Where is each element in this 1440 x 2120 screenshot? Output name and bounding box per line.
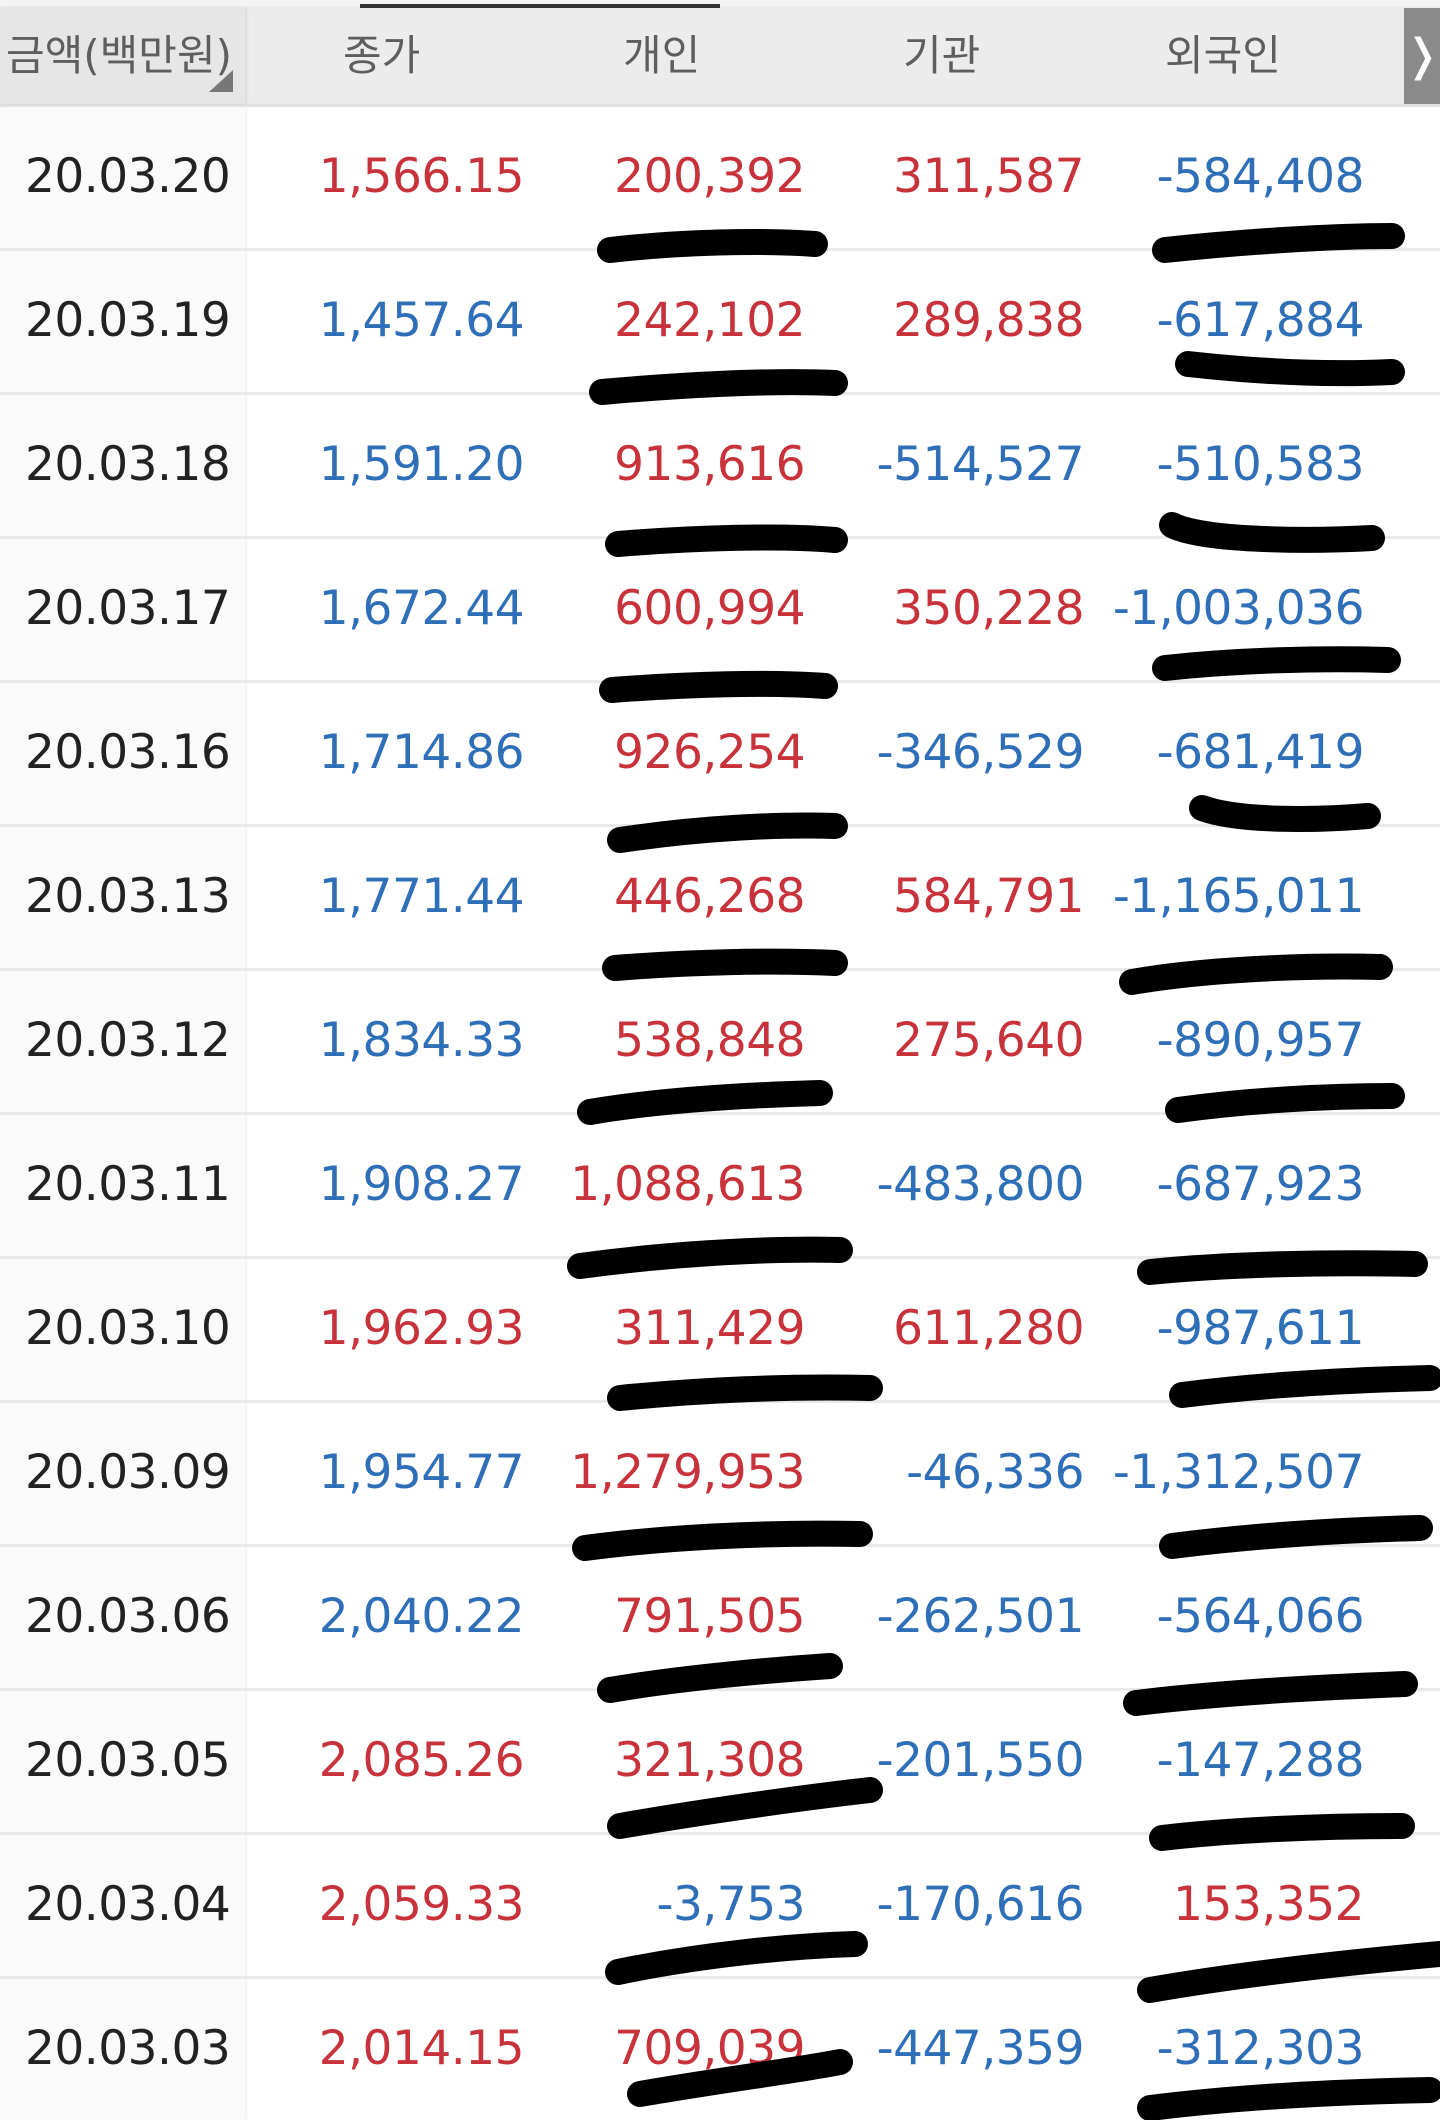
row-close-price: 1,954.77 bbox=[318, 1445, 525, 1500]
header-individual[interactable]: 개인 bbox=[623, 28, 700, 84]
row-institution-net: -447,359 bbox=[876, 2021, 1085, 2076]
table-row[interactable]: 20.03.03 2,014.15 709,039 -447,359 -312,303 bbox=[0, 1979, 1440, 2120]
row-individual-net: 446,268 bbox=[614, 869, 805, 924]
row-close-price: 1,834.33 bbox=[318, 1013, 525, 1068]
row-date: 20.03.04 bbox=[25, 1877, 231, 1932]
scroll-right-chevron-icon[interactable]: ❭ bbox=[1404, 8, 1440, 104]
row-date: 20.03.05 bbox=[25, 1733, 231, 1788]
row-individual-net: 926,254 bbox=[614, 725, 805, 780]
row-individual-net: 1,088,613 bbox=[570, 1157, 805, 1212]
row-individual-net: 311,429 bbox=[614, 1301, 805, 1356]
table-row[interactable]: 20.03.13 1,771.44 446,268 584,791 -1,165,011 bbox=[0, 827, 1440, 971]
row-individual-net: 791,505 bbox=[614, 1589, 805, 1644]
table-body: 20.03.20 1,566.15 200,392 311,587 -584,408 20… bbox=[0, 107, 1440, 2120]
row-close-price: 2,014.15 bbox=[318, 2021, 525, 2076]
row-date: 20.03.03 bbox=[25, 2021, 231, 2076]
header-amount-unit[interactable]: 금액(백만원) bbox=[6, 28, 232, 84]
row-date: 20.03.17 bbox=[25, 581, 231, 636]
table-row[interactable]: 20.03.18 1,591.20 913,616 -514,527 -510,583 bbox=[0, 395, 1440, 539]
row-date: 20.03.12 bbox=[25, 1013, 231, 1068]
row-close-price: 1,566.15 bbox=[318, 149, 525, 204]
row-institution-net: -346,529 bbox=[876, 725, 1085, 780]
table-row[interactable]: 20.03.20 1,566.15 200,392 311,587 -584,408 bbox=[0, 107, 1440, 251]
sort-triangle-icon bbox=[209, 70, 233, 92]
row-institution-net: -483,800 bbox=[876, 1157, 1085, 1212]
row-date: 20.03.06 bbox=[25, 1589, 231, 1644]
row-close-price: 2,085.26 bbox=[318, 1733, 525, 1788]
row-institution-net: 275,640 bbox=[893, 1013, 1084, 1068]
row-institution-net: 584,791 bbox=[893, 869, 1084, 924]
row-foreign-net: -617,884 bbox=[1156, 293, 1365, 348]
row-foreign-net: -584,408 bbox=[1156, 149, 1365, 204]
row-close-price: 1,771.44 bbox=[318, 869, 525, 924]
row-foreign-net: -1,312,507 bbox=[1112, 1445, 1365, 1500]
row-date: 20.03.19 bbox=[25, 293, 231, 348]
row-institution-net: 289,838 bbox=[893, 293, 1084, 348]
row-institution-net: -201,550 bbox=[876, 1733, 1085, 1788]
header-top-strip bbox=[0, 0, 1440, 6]
row-individual-net: 538,848 bbox=[614, 1013, 805, 1068]
row-foreign-net: -890,957 bbox=[1156, 1013, 1365, 1068]
row-date: 20.03.18 bbox=[25, 437, 231, 492]
row-date: 20.03.13 bbox=[25, 869, 231, 924]
row-individual-net: 600,994 bbox=[614, 581, 805, 636]
row-institution-net: 311,587 bbox=[893, 149, 1084, 204]
table-header: 금액(백만원) 종가 개인 기관 외국인 ❭ bbox=[0, 0, 1440, 107]
row-foreign-net: -564,066 bbox=[1156, 1589, 1365, 1644]
header-close-price[interactable]: 종가 bbox=[343, 28, 420, 84]
row-individual-net: 200,392 bbox=[614, 149, 805, 204]
row-foreign-net: -510,583 bbox=[1156, 437, 1365, 492]
table-row[interactable]: 20.03.16 1,714.86 926,254 -346,529 -681,419 bbox=[0, 683, 1440, 827]
row-foreign-net: -1,165,011 bbox=[1112, 869, 1365, 924]
row-close-price: 1,908.27 bbox=[318, 1157, 525, 1212]
row-institution-net: 350,228 bbox=[893, 581, 1084, 636]
table-row[interactable]: 20.03.17 1,672.44 600,994 350,228 -1,003,036 bbox=[0, 539, 1440, 683]
table-row[interactable]: 20.03.10 1,962.93 311,429 611,280 -987,611 bbox=[0, 1259, 1440, 1403]
row-foreign-net: -681,419 bbox=[1156, 725, 1365, 780]
row-foreign-net: -312,303 bbox=[1156, 2021, 1365, 2076]
row-institution-net: -262,501 bbox=[876, 1589, 1085, 1644]
row-close-price: 1,672.44 bbox=[318, 581, 525, 636]
row-individual-net: 1,279,953 bbox=[570, 1445, 805, 1500]
row-foreign-net: -987,611 bbox=[1156, 1301, 1365, 1356]
table-row[interactable]: 20.03.09 1,954.77 1,279,953 -46,336 -1,312,5… bbox=[0, 1403, 1440, 1547]
table-row[interactable]: 20.03.12 1,834.33 538,848 275,640 -890,957 bbox=[0, 971, 1440, 1115]
row-date: 20.03.16 bbox=[25, 725, 231, 780]
row-date: 20.03.20 bbox=[25, 149, 231, 204]
header-foreign[interactable]: 외국인 bbox=[1165, 28, 1281, 84]
row-close-price: 2,040.22 bbox=[318, 1589, 525, 1644]
active-column-indicator bbox=[360, 4, 720, 8]
row-close-price: 2,059.33 bbox=[318, 1877, 525, 1932]
row-date: 20.03.11 bbox=[25, 1157, 231, 1212]
row-individual-net: 321,308 bbox=[614, 1733, 805, 1788]
row-close-price: 1,714.86 bbox=[318, 725, 525, 780]
row-individual-net: 913,616 bbox=[614, 437, 805, 492]
row-individual-net: 709,039 bbox=[614, 2021, 805, 2076]
row-foreign-net: -1,003,036 bbox=[1112, 581, 1365, 636]
row-close-price: 1,962.93 bbox=[318, 1301, 525, 1356]
row-institution-net: -514,527 bbox=[876, 437, 1085, 492]
row-foreign-net: -147,288 bbox=[1156, 1733, 1365, 1788]
investor-trading-table-screen: 금액(백만원) 종가 개인 기관 외국인 ❭ 20.03.20 1,566.15 2… bbox=[0, 0, 1440, 2120]
row-close-price: 1,591.20 bbox=[318, 437, 525, 492]
row-individual-net: 242,102 bbox=[614, 293, 805, 348]
row-institution-net: 611,280 bbox=[893, 1301, 1084, 1356]
table-row[interactable]: 20.03.06 2,040.22 791,505 -262,501 -564,066 bbox=[0, 1547, 1440, 1691]
table-row[interactable]: 20.03.11 1,908.27 1,088,613 -483,800 -687,92… bbox=[0, 1115, 1440, 1259]
row-individual-net: -3,753 bbox=[656, 1877, 805, 1932]
table-row[interactable]: 20.03.04 2,059.33 -3,753 -170,616 153,352 bbox=[0, 1835, 1440, 1979]
row-institution-net: -46,336 bbox=[906, 1445, 1084, 1500]
header-institution[interactable]: 기관 bbox=[903, 28, 980, 84]
table-row[interactable]: 20.03.19 1,457.64 242,102 289,838 -617,884 bbox=[0, 251, 1440, 395]
row-institution-net: -170,616 bbox=[876, 1877, 1085, 1932]
row-close-price: 1,457.64 bbox=[318, 293, 525, 348]
row-foreign-net: 153,352 bbox=[1173, 1877, 1364, 1932]
row-date: 20.03.10 bbox=[25, 1301, 231, 1356]
table-row[interactable]: 20.03.05 2,085.26 321,308 -201,550 -147,288 bbox=[0, 1691, 1440, 1835]
row-date: 20.03.09 bbox=[25, 1445, 231, 1500]
row-foreign-net: -687,923 bbox=[1156, 1157, 1365, 1212]
